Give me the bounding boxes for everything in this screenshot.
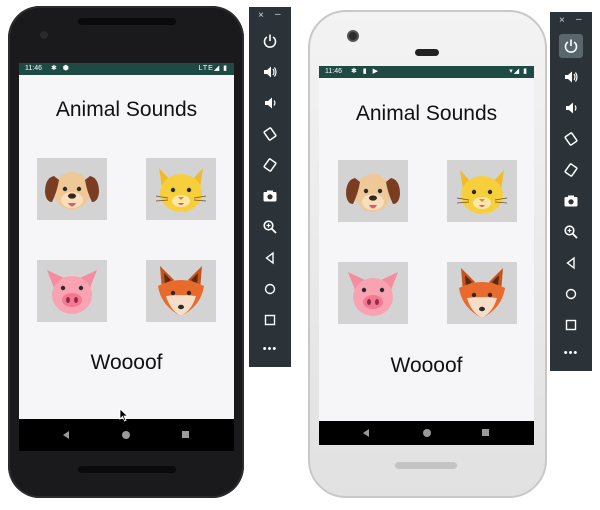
dog-face-icon [346,174,400,212]
bottom-speaker [395,462,457,469]
back-button[interactable] [258,246,282,270]
status-notification-icons: ✱ ⬢ [51,65,71,72]
screenshot-button[interactable] [258,184,282,208]
pig-face-icon [348,272,398,316]
home-button[interactable] [559,282,583,306]
zoom-icon [263,220,277,234]
home-icon [264,283,276,295]
camera-icon [564,195,578,207]
android-nav-bar [19,419,234,451]
screenshot-button[interactable] [559,189,583,213]
cat-face-icon [456,170,508,214]
status-signal-battery-icons: LTE◢ ▮ [198,65,228,72]
nav-back-icon[interactable] [63,431,69,439]
volume-up-button[interactable] [258,60,282,84]
cat-face-icon [155,168,207,212]
home-button[interactable] [258,277,282,301]
zoom-button[interactable] [559,220,583,244]
pig-tile[interactable] [37,260,107,322]
volume-down-button[interactable] [258,91,282,115]
dog-face-icon [45,172,99,210]
volume-up-button[interactable] [559,65,583,89]
camera-icon [263,190,277,202]
sound-text: Woooof [90,351,163,374]
fox-tile[interactable] [146,260,216,322]
volume-down-icon [566,102,577,114]
status-time: 11:46 [25,65,42,72]
nav-recents-icon[interactable] [182,431,189,438]
earpiece-speaker [415,49,439,56]
sound-text: Woooof [390,354,463,377]
rotate-left-icon [564,132,578,146]
status-notification-icons: ✱ ▮ ▶ [351,68,380,75]
volume-up-icon [565,71,578,83]
back-button[interactable] [559,251,583,275]
dog-tile[interactable] [37,158,107,220]
power-button[interactable] [258,29,282,53]
page-title: Animal Sounds [355,102,498,125]
front-camera [40,31,48,39]
more-options-button[interactable]: ••• [258,337,282,361]
overview-icon [264,314,276,326]
status-bar: 11:46 ✱ ⬢ LTE◢ ▮ [19,63,234,75]
power-icon [263,34,277,48]
minimize-button[interactable]: – [576,14,582,25]
fox-face-icon [459,268,505,318]
cat-tile[interactable] [447,160,517,222]
rotate-left-button[interactable] [559,127,583,151]
volume-down-button[interactable] [559,96,583,120]
pig-face-icon [47,270,97,314]
nav-home-icon[interactable] [122,431,130,439]
android-nav-bar [319,421,534,445]
dog-tile[interactable] [338,160,408,222]
zoom-icon [564,225,578,239]
rotate-right-icon [263,158,277,172]
pig-tile[interactable] [338,262,408,324]
overview-button[interactable] [559,313,583,337]
nav-back-icon[interactable] [363,429,369,437]
bottom-speaker [78,466,176,473]
volume-down-icon [265,97,276,109]
zoom-button[interactable] [258,215,282,239]
nav-home-icon[interactable] [423,429,431,437]
rotate-right-button[interactable] [258,153,282,177]
emulator-toolbar-2: × – ••• [550,12,592,371]
home-icon [565,288,577,300]
rotate-left-icon [263,127,277,141]
back-icon [566,256,575,270]
close-button[interactable]: × [258,10,264,21]
more-options-button[interactable]: ••• [559,341,583,365]
mouse-cursor-icon [119,408,129,422]
close-button[interactable]: × [559,15,565,26]
volume-up-icon [264,66,277,78]
fox-tile[interactable] [447,262,517,324]
rotate-left-button[interactable] [258,122,282,146]
status-signal-battery-icons: ▾◢ ▮ [509,68,528,75]
rotate-right-icon [564,163,578,177]
status-time: 11:46 [325,68,342,75]
fox-face-icon [158,266,204,316]
overview-button[interactable] [258,308,282,332]
page-title: Animal Sounds [55,98,198,121]
phone-screen-1: 11:46 ✱ ⬢ LTE◢ ▮ Animal Sounds Woooof [19,63,234,451]
overview-icon [565,319,577,331]
power-icon [564,39,578,53]
minimize-button[interactable]: – [275,9,281,20]
front-camera [347,30,359,42]
cat-tile[interactable] [146,158,216,220]
earpiece-speaker [78,18,176,25]
rotate-right-button[interactable] [559,158,583,182]
back-icon [265,251,274,265]
nav-recents-icon[interactable] [482,429,489,436]
emulator-toolbar-1: × – ••• [249,7,291,367]
phone-screen-2: 11:46 ✱ ▮ ▶ ▾◢ ▮ Animal Sounds Woooof [319,66,534,445]
status-bar: 11:46 ✱ ▮ ▶ ▾◢ ▮ [319,66,534,78]
power-button[interactable] [559,34,583,58]
